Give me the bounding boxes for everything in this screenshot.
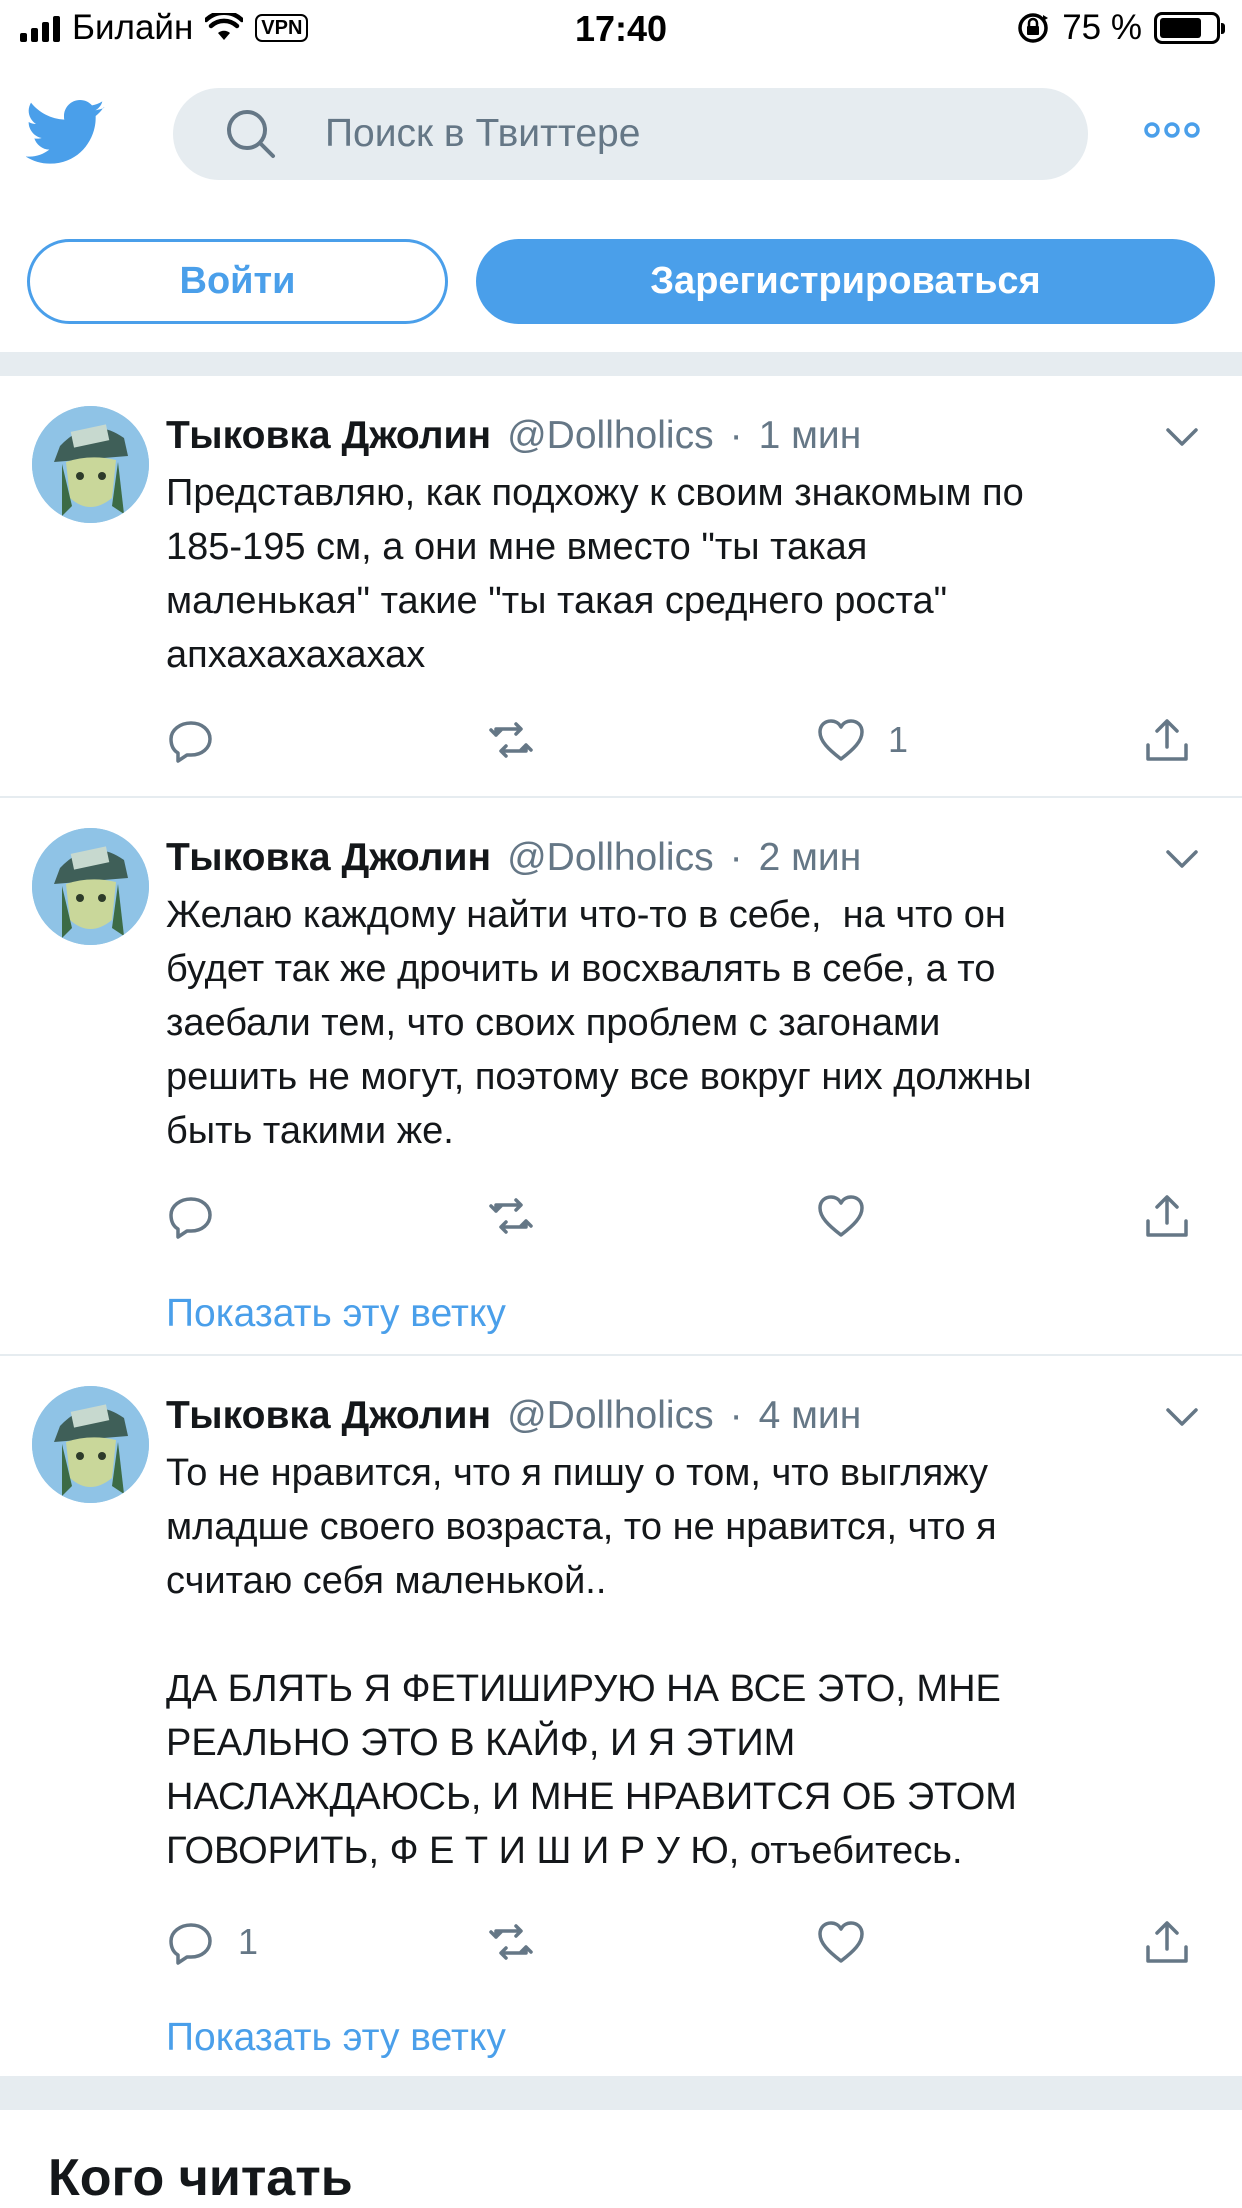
tweet-text: Желаю каждому найти что-то в себе, на чт… bbox=[166, 894, 1032, 1152]
avatar[interactable] bbox=[32, 406, 149, 523]
author-name[interactable]: Тыковка Джолин bbox=[166, 836, 491, 880]
section-divider bbox=[0, 2076, 1242, 2110]
tweet-time[interactable]: 2 мин bbox=[759, 836, 862, 880]
show-thread-link[interactable]: Показать эту ветку bbox=[166, 2016, 506, 2060]
retweet-icon bbox=[489, 722, 533, 758]
tweet[interactable]: Тыковка Джолин @Dollholics · 4 мин То не… bbox=[0, 1354, 1242, 2076]
reply-icon bbox=[169, 721, 212, 763]
search-input[interactable]: Поиск в Твиттере bbox=[325, 112, 640, 156]
reply-button[interactable] bbox=[166, 1186, 238, 1246]
battery-icon bbox=[1154, 12, 1225, 44]
status-right: 75 % bbox=[1016, 8, 1225, 48]
show-thread-link[interactable]: Показать эту ветку bbox=[166, 1292, 506, 1336]
reply-button[interactable]: 1 bbox=[166, 1912, 258, 1972]
reply-icon bbox=[169, 1197, 212, 1239]
retweet-icon bbox=[489, 1924, 533, 1960]
header: Поиск в Твиттере Войти Зарегистрироватьс… bbox=[0, 62, 1242, 352]
avatar-image bbox=[32, 406, 149, 523]
separator-dot: · bbox=[729, 414, 743, 457]
chevron-down-icon[interactable] bbox=[1162, 416, 1202, 456]
like-button[interactable] bbox=[816, 1186, 888, 1246]
tweet-header: Тыковка Джолин @Dollholics · 2 мин bbox=[166, 828, 1202, 888]
tweet-time[interactable]: 1 мин bbox=[759, 414, 862, 458]
share-button[interactable] bbox=[1142, 710, 1192, 770]
heart-icon bbox=[818, 1921, 864, 1963]
tweet-actions bbox=[166, 1186, 1206, 1246]
reply-button[interactable] bbox=[166, 710, 238, 770]
heart-icon bbox=[818, 719, 864, 761]
share-icon bbox=[1146, 719, 1188, 761]
like-count: 1 bbox=[888, 719, 909, 760]
share-icon bbox=[1146, 1921, 1188, 1963]
tweet-header: Тыковка Джолин @Dollholics · 1 мин bbox=[166, 406, 1202, 466]
retweet-button[interactable] bbox=[486, 710, 536, 770]
twitter-bird-icon[interactable] bbox=[26, 98, 106, 168]
search-bar[interactable]: Поиск в Твиттере bbox=[173, 88, 1088, 180]
author-handle[interactable]: @Dollholics bbox=[507, 836, 713, 880]
chevron-down-icon[interactable] bbox=[1162, 838, 1202, 878]
retweet-button[interactable] bbox=[486, 1912, 536, 1972]
login-button[interactable]: Войти bbox=[27, 239, 448, 324]
avatar-image bbox=[32, 828, 149, 945]
status-bar: Билайн VPN 17:40 75 % bbox=[0, 0, 1242, 62]
like-button[interactable]: 1 bbox=[816, 710, 908, 770]
search-icon bbox=[227, 110, 275, 158]
avatar[interactable] bbox=[32, 1386, 149, 1503]
who-to-follow-section: Кого читать bbox=[0, 2110, 1242, 2208]
share-icon bbox=[1146, 1195, 1188, 1237]
author-handle[interactable]: @Dollholics bbox=[507, 1394, 713, 1438]
signup-button[interactable]: Зарегистрироваться bbox=[476, 239, 1215, 324]
tweet-header: Тыковка Джолин @Dollholics · 4 мин bbox=[166, 1386, 1202, 1446]
who-to-follow-title: Кого читать bbox=[48, 2149, 353, 2207]
orientation-lock-icon bbox=[1018, 13, 1049, 43]
author-name[interactable]: Тыковка Джолин bbox=[166, 1394, 491, 1438]
author-handle[interactable]: @Dollholics bbox=[507, 414, 713, 458]
avatar-image bbox=[32, 1386, 149, 1503]
author-name[interactable]: Тыковка Джолин bbox=[166, 414, 491, 458]
tweet-text: То не нравится, что я пишу о том, что вы… bbox=[166, 1452, 1017, 1872]
more-options-icon[interactable] bbox=[1142, 120, 1202, 140]
heart-icon bbox=[818, 1195, 864, 1237]
retweet-button[interactable] bbox=[486, 1186, 536, 1246]
tweet[interactable]: Тыковка Джолин @Dollholics · 2 мин Желаю… bbox=[0, 796, 1242, 1354]
tweet-time[interactable]: 4 мин bbox=[759, 1394, 862, 1438]
avatar[interactable] bbox=[32, 828, 149, 945]
reply-count: 1 bbox=[238, 1921, 259, 1962]
share-button[interactable] bbox=[1142, 1186, 1192, 1246]
share-button[interactable] bbox=[1142, 1912, 1192, 1972]
tweet-actions: 1 bbox=[166, 1912, 1206, 1972]
like-button[interactable] bbox=[816, 1912, 888, 1972]
battery-percent: 75 % bbox=[1062, 8, 1142, 47]
separator-dot: · bbox=[729, 836, 743, 879]
separator-dot: · bbox=[729, 1394, 743, 1437]
retweet-icon bbox=[489, 1198, 533, 1234]
chevron-down-icon[interactable] bbox=[1162, 1396, 1202, 1436]
reply-icon bbox=[169, 1923, 212, 1965]
tweet-text: Представляю, как подхожу к своим знакомы… bbox=[166, 472, 1024, 676]
tweet-actions: 1 bbox=[166, 710, 1206, 770]
section-divider bbox=[0, 352, 1242, 374]
tweet[interactable]: Тыковка Джолин @Dollholics · 1 мин Предс… bbox=[0, 374, 1242, 796]
